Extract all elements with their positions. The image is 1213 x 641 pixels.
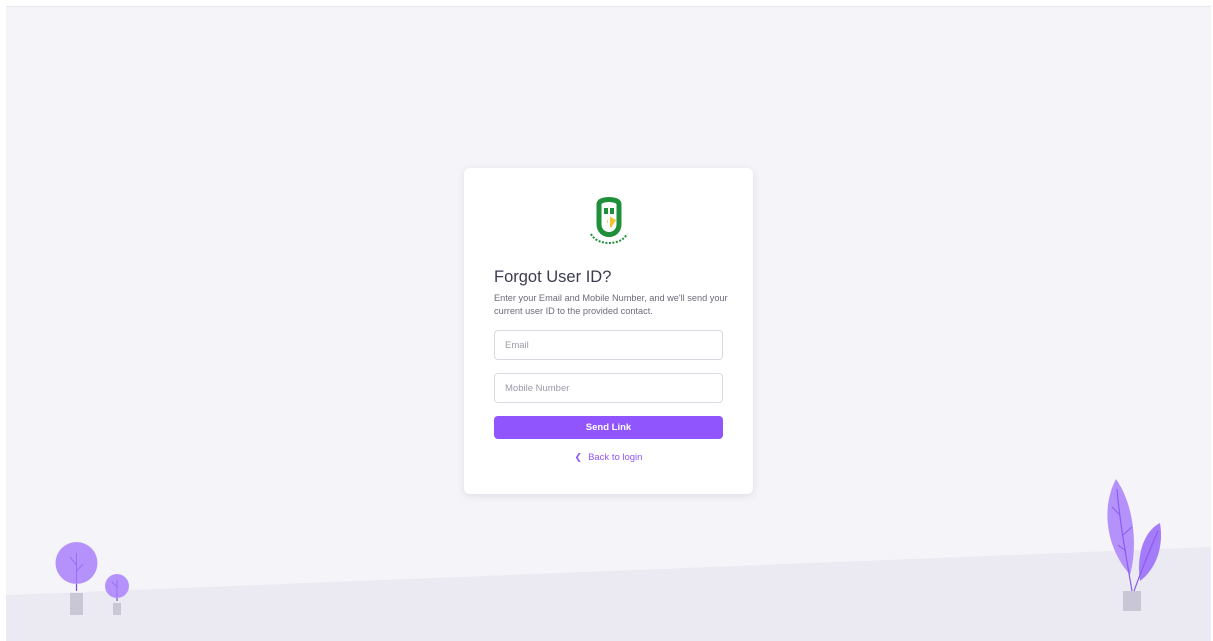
send-link-button[interactable]: Send Link — [494, 416, 723, 439]
page-background: Forgot User ID? Enter your Email and Mob… — [6, 6, 1211, 641]
mobile-number-input[interactable] — [494, 373, 723, 403]
page-title: Forgot User ID? — [494, 268, 612, 286]
back-to-login-label: Back to login — [588, 452, 643, 463]
forgot-userid-card: Forgot User ID? Enter your Email and Mob… — [464, 168, 753, 494]
green-shield-logo-icon — [590, 197, 628, 244]
tree-illustration-icon — [55, 542, 129, 615]
page-subtitle: Enter your Email and Mobile Number, and … — [494, 293, 728, 316]
chevron-left-icon: ❮ — [574, 452, 583, 462]
email-input[interactable] — [494, 330, 723, 360]
back-to-login-link[interactable]: ❮ Back to login — [464, 452, 753, 463]
plant-illustration-icon — [1107, 479, 1162, 611]
